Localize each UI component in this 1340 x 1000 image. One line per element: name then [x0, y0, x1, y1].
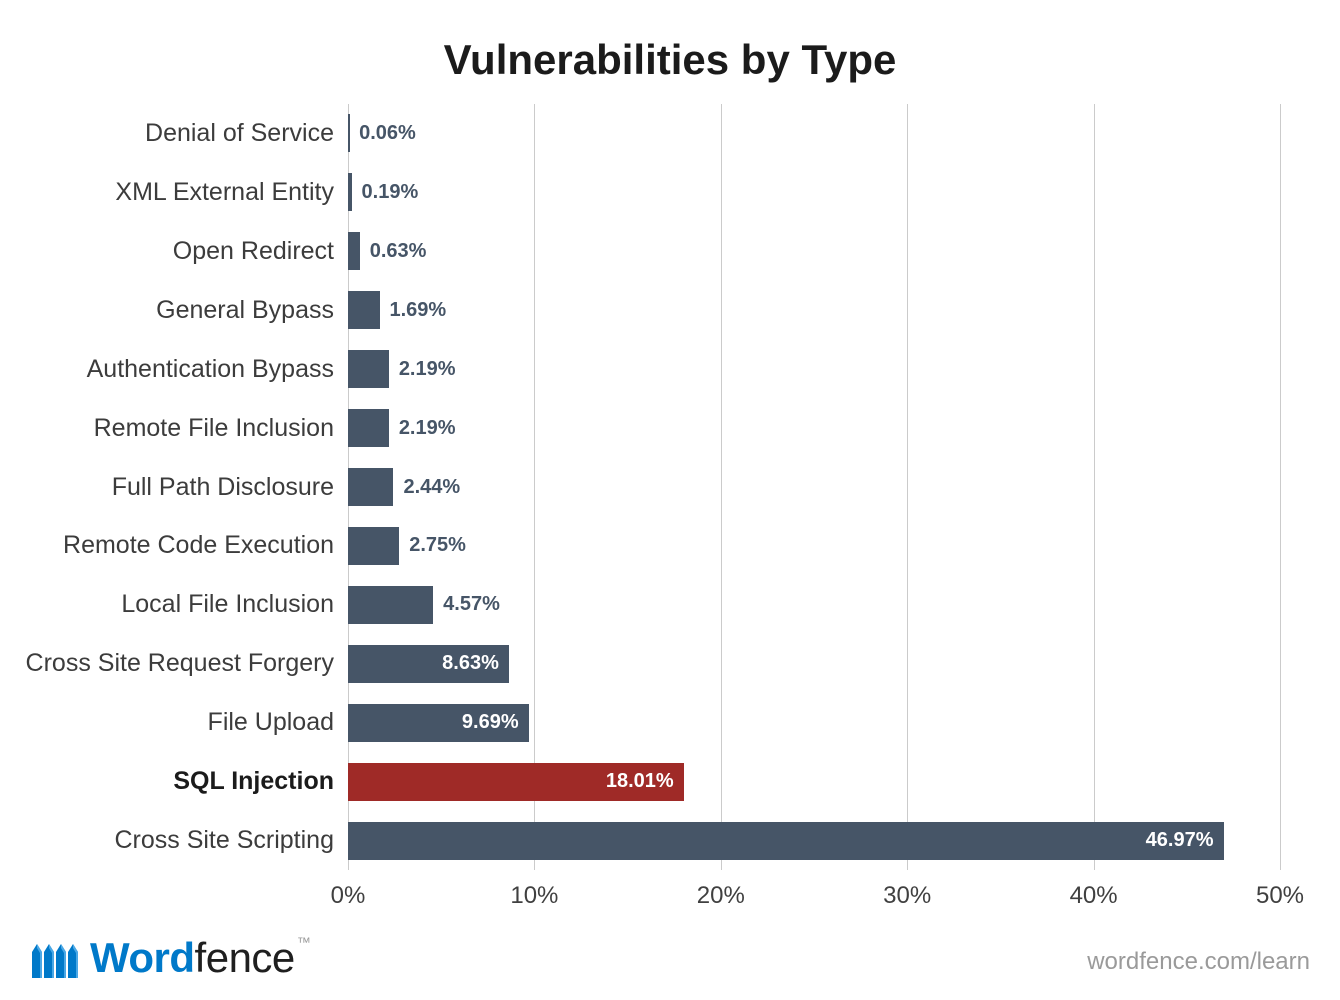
x-axis-tick: 30% — [867, 882, 947, 910]
x-axis-tick: 20% — [681, 882, 761, 910]
bar-row: Open Redirect0.63% — [348, 222, 1280, 281]
bar-row: Remote Code Execution2.75% — [348, 516, 1280, 575]
value-label: 0.06% — [359, 104, 416, 163]
value-label: 2.44% — [403, 458, 460, 517]
x-axis-tick: 10% — [494, 882, 574, 910]
bar — [348, 291, 380, 329]
bar — [348, 822, 1224, 860]
plot-area: 0%10%20%30%40%50%Denial of Service0.06%X… — [348, 104, 1280, 870]
bar-row: File Upload9.69% — [348, 693, 1280, 752]
bar — [348, 173, 352, 211]
category-label: Denial of Service — [4, 104, 348, 163]
bar-row: Full Path Disclosure2.44% — [348, 458, 1280, 517]
value-label: 0.19% — [362, 163, 419, 222]
value-label: 46.97% — [1146, 811, 1214, 870]
value-label: 0.63% — [370, 222, 427, 281]
brand-logo: Wordfence™ — [30, 934, 310, 982]
bar-row: Cross Site Scripting46.97% — [348, 811, 1280, 870]
bar — [348, 232, 360, 270]
category-label: Cross Site Scripting — [4, 811, 348, 870]
footer-url: wordfence.com/learn — [1087, 948, 1310, 976]
brand-word-1: Word — [90, 934, 195, 981]
value-label: 1.69% — [390, 281, 447, 340]
bar-row: Local File Inclusion4.57% — [348, 575, 1280, 634]
chart-container: Vulnerabilities by Type 0%10%20%30%40%50… — [0, 0, 1340, 1000]
bar-row: XML External Entity0.19% — [348, 163, 1280, 222]
value-label: 2.19% — [399, 399, 456, 458]
value-label: 4.57% — [443, 575, 500, 634]
value-label: 2.75% — [409, 516, 466, 575]
brand-text: Wordfence™ — [90, 934, 310, 982]
category-label: XML External Entity — [4, 163, 348, 222]
category-label: File Upload — [4, 693, 348, 752]
bar — [348, 527, 399, 565]
chart-title: Vulnerabilities by Type — [0, 36, 1340, 84]
bar — [348, 586, 433, 624]
category-label: Local File Inclusion — [4, 575, 348, 634]
bar-row: SQL Injection18.01% — [348, 752, 1280, 811]
x-axis-tick: 40% — [1054, 882, 1134, 910]
category-label: Full Path Disclosure — [4, 458, 348, 517]
value-label: 2.19% — [399, 340, 456, 399]
value-label: 18.01% — [606, 752, 674, 811]
value-label: 8.63% — [442, 634, 499, 693]
category-label: Open Redirect — [4, 222, 348, 281]
bar — [348, 350, 389, 388]
category-label: Cross Site Request Forgery — [4, 634, 348, 693]
value-label: 9.69% — [462, 693, 519, 752]
category-label: Remote Code Execution — [4, 516, 348, 575]
bar — [348, 409, 389, 447]
x-axis-tick: 50% — [1240, 882, 1320, 910]
trademark-symbol: ™ — [297, 934, 311, 950]
bar-row: Cross Site Request Forgery8.63% — [348, 634, 1280, 693]
gridline — [1280, 104, 1281, 870]
category-label: Remote File Inclusion — [4, 399, 348, 458]
x-axis-tick: 0% — [308, 882, 388, 910]
bar-row: Remote File Inclusion2.19% — [348, 399, 1280, 458]
wordfence-icon — [30, 938, 82, 978]
bar — [348, 468, 393, 506]
bar-row: General Bypass1.69% — [348, 281, 1280, 340]
bar-row: Authentication Bypass2.19% — [348, 340, 1280, 399]
category-label: Authentication Bypass — [4, 340, 348, 399]
brand-word-2: fence — [195, 934, 295, 981]
category-label: SQL Injection — [4, 752, 348, 811]
bar — [348, 114, 350, 152]
category-label: General Bypass — [4, 281, 348, 340]
bar-row: Denial of Service0.06% — [348, 104, 1280, 163]
